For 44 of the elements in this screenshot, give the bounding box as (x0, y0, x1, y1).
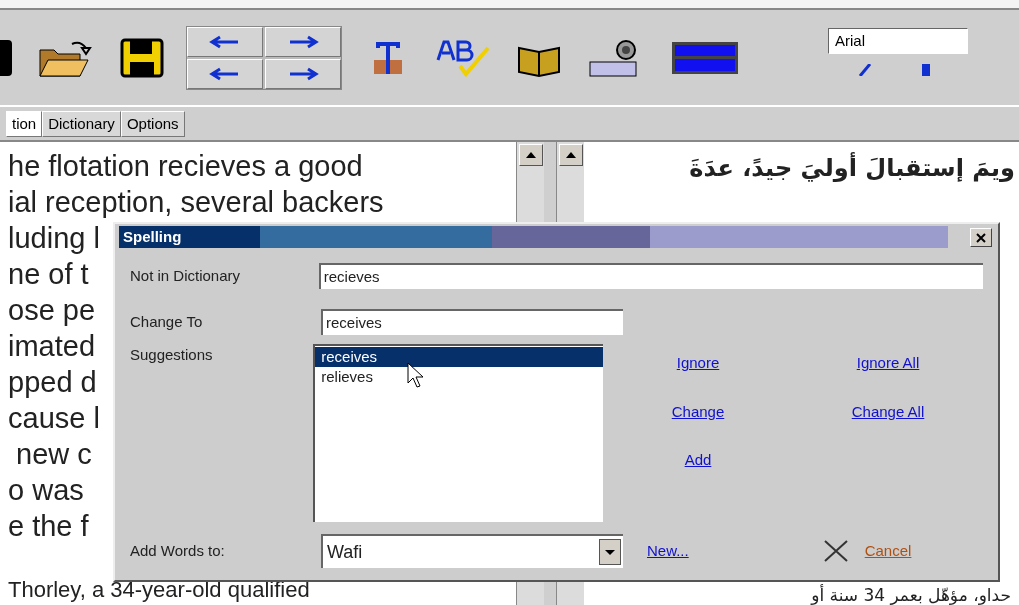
action-link[interactable]: Ignore (603, 352, 793, 375)
font-field[interactable]: Arial (828, 28, 968, 54)
close-button[interactable] (970, 228, 992, 247)
dictionary-dropdown[interactable]: Wafi (321, 534, 623, 568)
mouse-pointer-icon (407, 362, 426, 388)
action-link[interactable]: Add (603, 449, 793, 472)
text-line: Thorley, a 34-year-old qualified (8, 578, 310, 602)
direction-button[interactable] (187, 26, 263, 57)
field-label: Not in Dictionary (130, 265, 242, 286)
new-link[interactable]: New... (647, 539, 689, 563)
text-line: pped d (8, 365, 97, 400)
text-line: new c (15, 437, 92, 472)
action-link[interactable]: Change All (793, 400, 983, 423)
text-line: ose pe (8, 293, 96, 328)
direction-button[interactable] (265, 58, 341, 89)
change-to-field[interactable]: receives (321, 309, 623, 335)
close-icon (822, 539, 849, 563)
tab[interactable]: tion (6, 111, 43, 137)
text-line: he flotation recieves a good (8, 149, 363, 184)
direction-button[interactable] (265, 26, 341, 57)
up-arrow-icon (525, 152, 536, 158)
field-label: Add Words to: (130, 540, 226, 561)
tab[interactable]: Options (120, 111, 185, 137)
close-icon (976, 232, 986, 243)
text-line: ne of t (8, 257, 89, 292)
text-line: ial reception, several backers (8, 185, 384, 220)
text-line: luding l (8, 221, 100, 256)
action-link[interactable]: Change (603, 400, 793, 423)
not-in-dictionary-field[interactable]: recieves (318, 263, 983, 289)
direction-button[interactable] (187, 58, 263, 89)
text-line: ويمَ إستقبالَ أوليَ جيدً، عدَةَ (689, 152, 1015, 184)
text-line: cause l (8, 401, 100, 436)
dialog-title: Spelling (122, 226, 183, 247)
text-line: e the f (8, 509, 89, 544)
suggestion-item[interactable]: receives (315, 347, 603, 367)
text-line: o was (8, 473, 84, 508)
field-label: Suggestions (130, 345, 214, 365)
field-label: Change To (130, 311, 204, 332)
tab[interactable]: Dictionary (42, 111, 121, 137)
action-link[interactable]: Ignore All (793, 352, 983, 375)
suggestion-item[interactable]: relieves (315, 367, 603, 387)
text-line: حداو، مؤهّل بعمر 34 سنة أو (811, 585, 1012, 605)
up-arrow-icon (565, 152, 576, 158)
text-line: imated (8, 329, 96, 364)
